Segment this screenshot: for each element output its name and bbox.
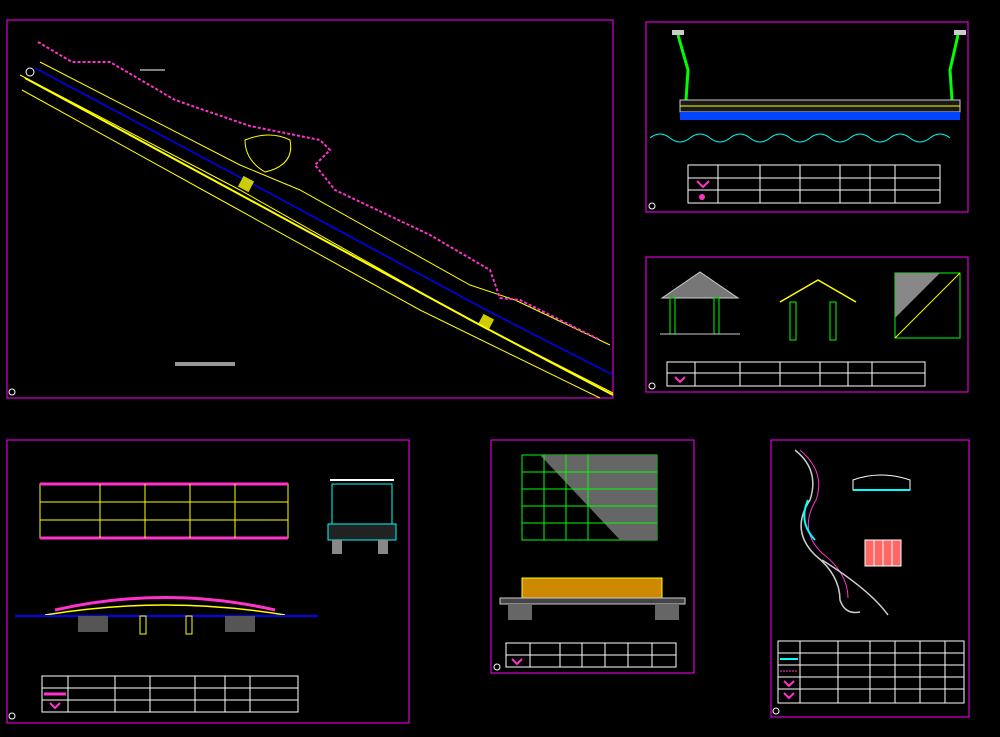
bridge-section-base: [327, 523, 397, 541]
lamp-post-left: [676, 34, 690, 101]
bridge-section: [331, 483, 393, 525]
lamp-symbol-icon: [49, 702, 61, 710]
panel-bridge-lamps: [645, 21, 969, 213]
panel-marker: [8, 388, 16, 396]
bridge-section-foot-right: [378, 540, 388, 554]
lamp-symbol-icon: [674, 376, 686, 384]
lamp-head-right: [954, 30, 966, 35]
lamp-symbol-icon: [783, 692, 795, 700]
panel-marker: [648, 382, 656, 390]
pergola-base: [499, 597, 686, 605]
bridge-section-foot-left: [332, 540, 342, 554]
pergola-footing-right: [655, 604, 679, 620]
lamp-symbol-icon: [783, 680, 795, 688]
panel-marker: [493, 663, 501, 671]
stream-path-tail: [821, 559, 889, 616]
cad-drawing-sheet: [6, 19, 970, 724]
table-pavilion: [666, 361, 926, 387]
panel-frame: [6, 19, 614, 399]
road-edge-yellow-thick: [24, 77, 614, 396]
table-bridge-lamps: [687, 164, 941, 204]
pergola-footing-left: [508, 604, 532, 620]
panel-marker: [772, 707, 780, 715]
stream-path-outer: [794, 449, 861, 614]
bridge-arch-railing: [54, 596, 276, 612]
panel-footbridge: [6, 439, 410, 724]
lamp-head-left: [672, 30, 684, 35]
pavilion-plan-hatch: [895, 273, 940, 318]
path-section: [852, 474, 911, 491]
pier-1: [139, 615, 147, 635]
deck-underside: [680, 112, 960, 120]
light-symbol-icon: [699, 194, 705, 200]
start-marker: [25, 67, 35, 77]
pavilion-roof-a: [660, 271, 740, 299]
road-edge-lower: [21, 89, 601, 399]
plan-boundary: [37, 41, 601, 341]
traffic-island: [244, 134, 292, 173]
table-stream: [777, 640, 965, 704]
pavilion-roof-b: [779, 279, 857, 303]
panel-road-plan: [6, 19, 614, 399]
panel-pergola: [490, 439, 695, 674]
panel-stream-path: [770, 439, 970, 718]
table-footbridge: [41, 675, 299, 713]
stream-water: [803, 499, 816, 541]
panel-pavilion: [645, 256, 969, 393]
lamp-symbol-icon: [696, 180, 710, 189]
pier-2: [185, 615, 193, 635]
crosswalk-lower: [477, 313, 495, 331]
panel-marker: [648, 202, 656, 210]
abutment-left: [78, 616, 108, 632]
pavilion-column-a2: [713, 297, 720, 335]
pavilion-column-b2: [829, 301, 837, 341]
pavilion-column-b1: [789, 301, 797, 341]
stream-path-inner: [799, 449, 849, 599]
water-line: [649, 133, 951, 143]
pergola-plan-hatch: [540, 455, 657, 540]
lamp-symbol-icon: [511, 658, 523, 666]
footbridge-plan: [39, 483, 289, 539]
lamp-post-right: [948, 34, 960, 101]
bridge-arch: [44, 604, 286, 616]
pergola-beam: [521, 577, 663, 599]
plan-title-text: [175, 362, 235, 366]
panel-marker: [8, 712, 16, 720]
abutment-right: [225, 616, 255, 632]
road-centerline: [34, 67, 614, 376]
pavilion-column-a1: [669, 297, 676, 335]
panel-frame: [6, 439, 410, 724]
